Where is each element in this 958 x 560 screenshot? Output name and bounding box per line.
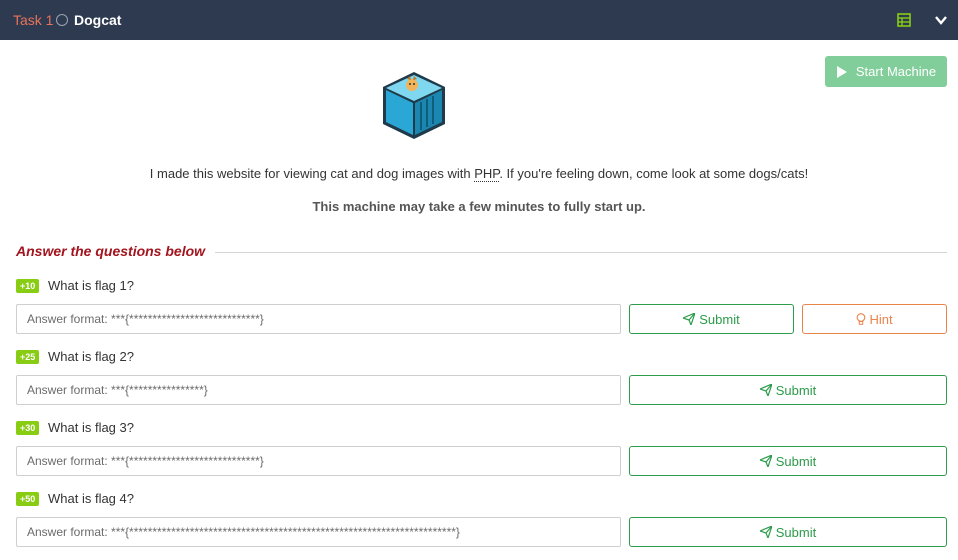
heading-divider xyxy=(215,252,947,253)
submit-button[interactable]: Submit xyxy=(629,375,947,405)
task-header[interactable]: Task 1 Dogcat xyxy=(0,0,958,40)
paper-plane-icon xyxy=(759,384,772,396)
lightbulb-icon xyxy=(857,313,866,325)
hint-label: Hint xyxy=(869,311,893,327)
submit-label: Submit xyxy=(775,382,817,398)
paper-plane-icon xyxy=(683,313,696,325)
question-text: What is flag 2? xyxy=(48,349,134,364)
submit-button[interactable]: Submit xyxy=(629,304,794,334)
paper-plane-icon xyxy=(759,526,772,538)
room-description: I made this website for viewing cat and … xyxy=(0,166,958,182)
chevron-down-icon[interactable] xyxy=(934,13,948,27)
task-page: Task 1 Dogcat Start Machine I made this … xyxy=(0,0,958,560)
start-machine-button[interactable]: Start Machine xyxy=(825,56,947,87)
points-badge: +25 xyxy=(16,350,40,364)
answer-input[interactable] xyxy=(16,375,621,405)
paper-plane-icon xyxy=(759,455,772,467)
submit-button[interactable]: Submit xyxy=(629,446,947,476)
task-status-icon xyxy=(56,14,68,26)
points-badge: +10 xyxy=(16,279,40,293)
question-text: What is flag 1? xyxy=(48,278,134,293)
description-text-after: . If you're feeling down, come look at s… xyxy=(499,166,809,181)
answer-input[interactable] xyxy=(16,304,621,334)
points-badge: +30 xyxy=(16,421,40,435)
submit-label: Submit xyxy=(775,453,817,469)
notes-icon[interactable] xyxy=(897,13,911,27)
start-machine-label: Start Machine xyxy=(855,64,937,79)
answer-input[interactable] xyxy=(16,446,621,476)
play-icon xyxy=(836,65,847,78)
container-logo xyxy=(383,72,445,139)
submit-label: Submit xyxy=(775,524,817,540)
answer-input[interactable] xyxy=(16,517,621,547)
question-text: What is flag 3? xyxy=(48,420,134,435)
hint-button[interactable]: Hint xyxy=(802,304,947,334)
questions-heading: Answer the questions below xyxy=(16,243,206,259)
task-title: Dogcat xyxy=(74,12,122,28)
submit-label: Submit xyxy=(699,311,740,327)
startup-note: This machine may take a few minutes to f… xyxy=(312,199,646,214)
submit-button[interactable]: Submit xyxy=(629,517,947,547)
php-abbreviation: PHP xyxy=(474,166,500,182)
points-badge: +50 xyxy=(16,492,40,506)
description-text-before: I made this website for viewing cat and … xyxy=(149,166,475,181)
task-number: Task 1 xyxy=(13,12,54,28)
question-text: What is flag 4? xyxy=(48,491,134,506)
